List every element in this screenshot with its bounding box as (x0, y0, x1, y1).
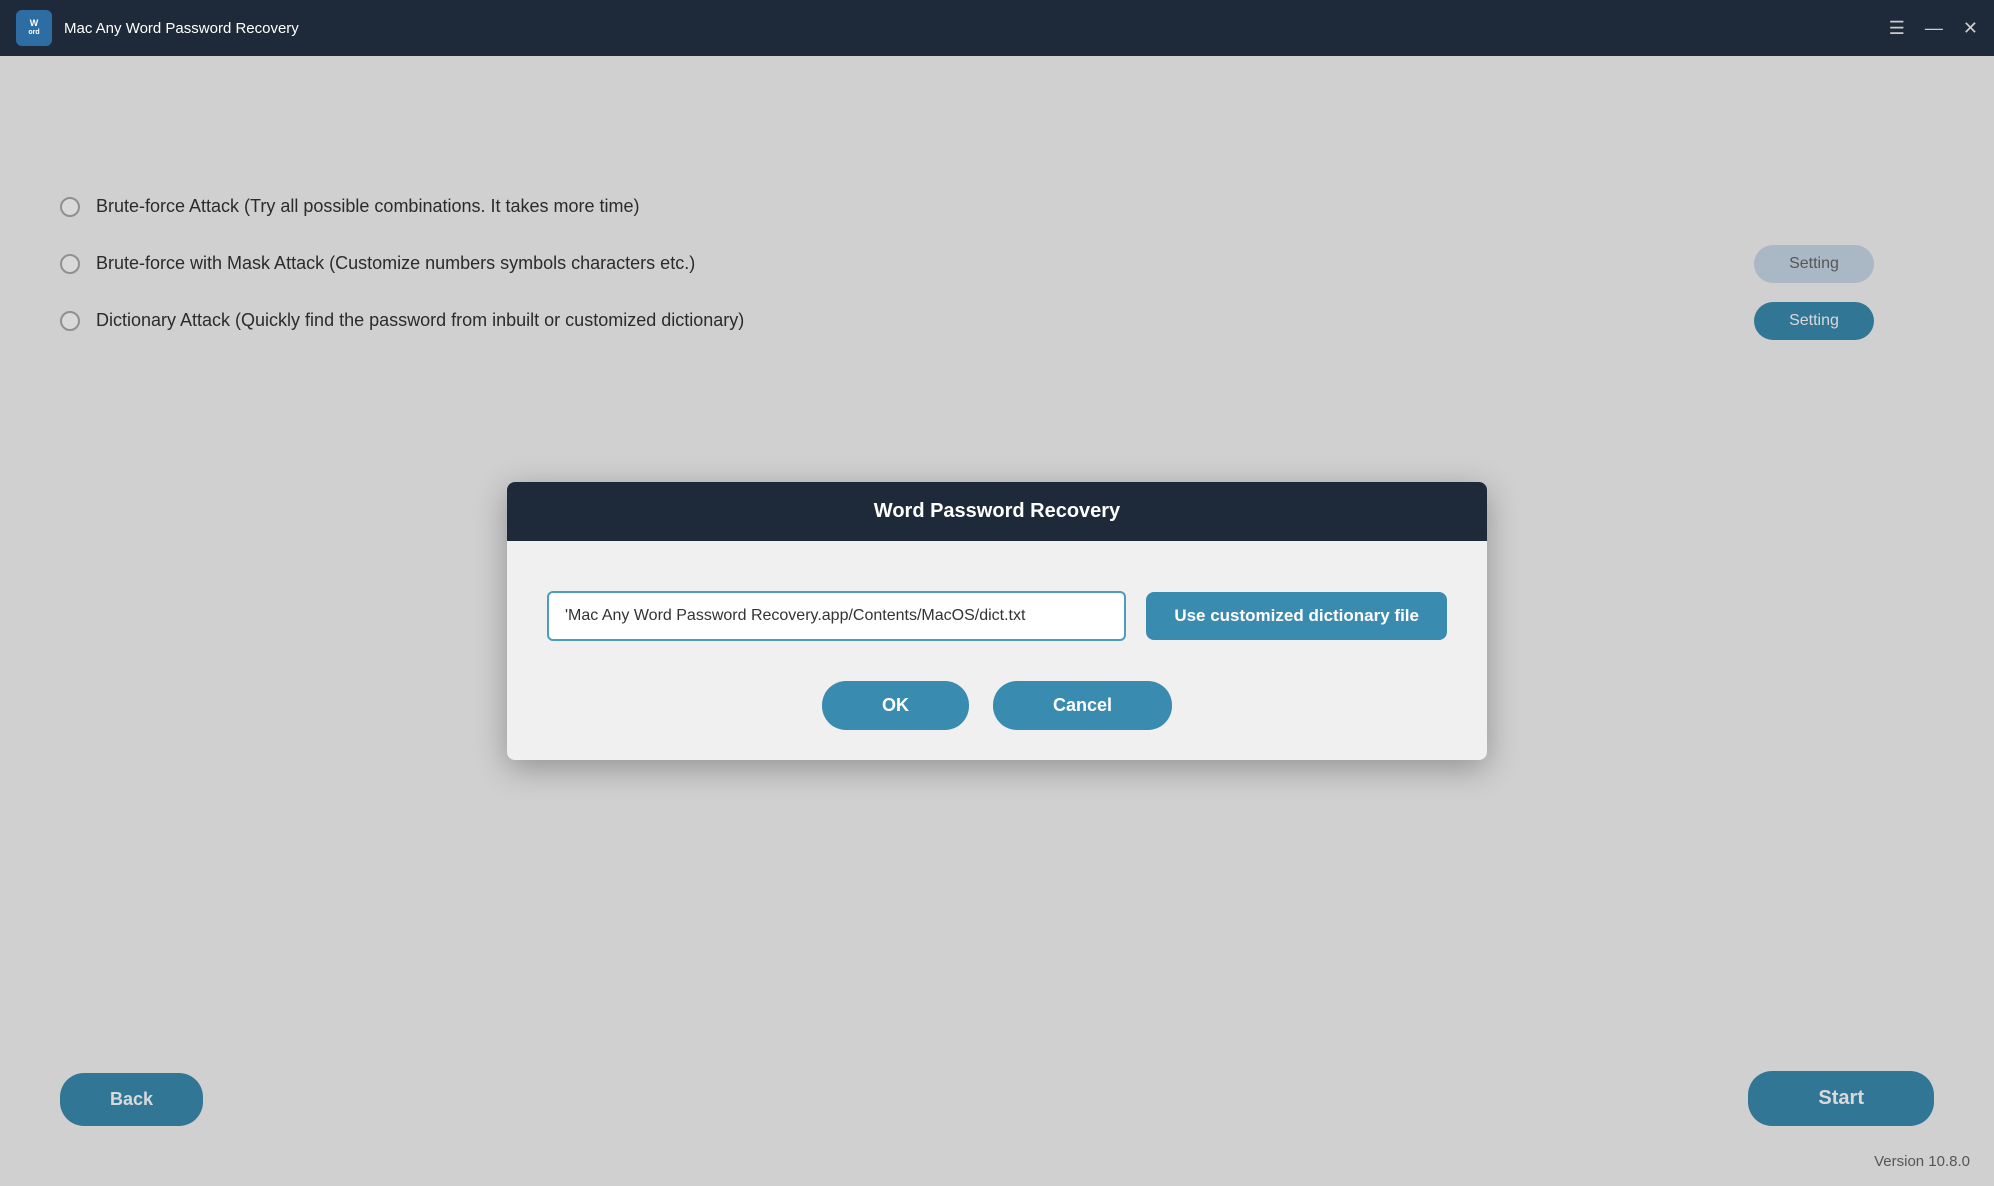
dialog: Word Password Recovery Use customized di… (507, 482, 1487, 760)
dialog-title: Word Password Recovery (874, 500, 1120, 522)
app-icon: W ord (16, 10, 52, 46)
menu-button[interactable]: ☰ (1889, 19, 1905, 37)
dialog-input-row: Use customized dictionary file (547, 591, 1447, 641)
close-button[interactable]: ✕ (1963, 19, 1978, 37)
minimize-button[interactable]: — (1925, 19, 1943, 37)
dialog-header: Word Password Recovery (507, 482, 1487, 541)
dialog-body: Use customized dictionary file OK Cancel (507, 541, 1487, 760)
use-customized-dict-button[interactable]: Use customized dictionary file (1146, 592, 1447, 640)
title-bar: W ord Mac Any Word Password Recovery ☰ —… (0, 0, 1994, 56)
window-controls: ☰ — ✕ (1889, 19, 1978, 37)
cancel-button[interactable]: Cancel (993, 681, 1172, 730)
dialog-action-row: OK Cancel (547, 681, 1447, 730)
ok-button[interactable]: OK (822, 681, 969, 730)
main-content: Brute-force Attack (Try all possible com… (0, 56, 1994, 1186)
dict-path-input[interactable] (547, 591, 1126, 641)
dialog-overlay: Word Password Recovery Use customized di… (0, 56, 1994, 1186)
app-title: Mac Any Word Password Recovery (64, 20, 299, 37)
